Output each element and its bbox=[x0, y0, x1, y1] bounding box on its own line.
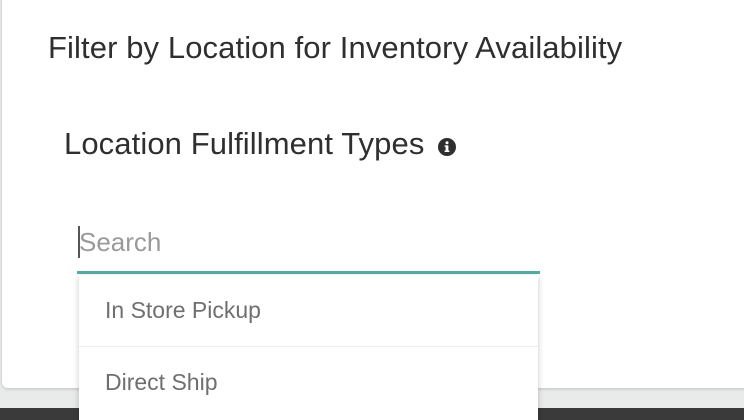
info-circle-icon[interactable] bbox=[438, 138, 457, 156]
fulfillment-type-dropdown: In Store Pickup Direct Ship bbox=[79, 275, 538, 420]
option-in-store-pickup[interactable]: In Store Pickup bbox=[79, 275, 538, 346]
section-heading-label: Location Fulfillment Types bbox=[64, 126, 425, 161]
search-field[interactable] bbox=[77, 222, 542, 274]
search-input[interactable] bbox=[77, 222, 542, 262]
fulfillment-types-heading: Location Fulfillment Types bbox=[64, 126, 457, 162]
text-caret bbox=[78, 226, 80, 258]
option-direct-ship[interactable]: Direct Ship bbox=[79, 346, 538, 417]
panel-title: Filter by Location for Inventory Availab… bbox=[48, 30, 623, 65]
